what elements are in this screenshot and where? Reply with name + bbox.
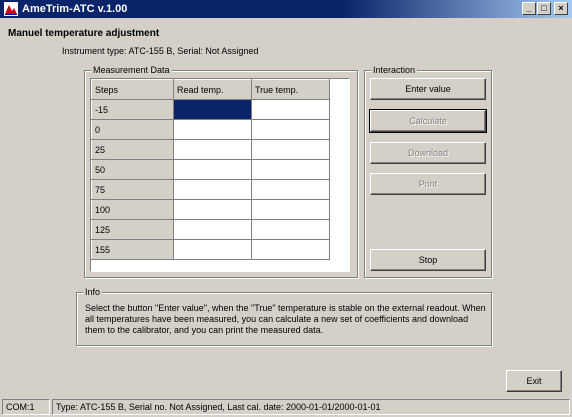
true-temp-cell[interactable] [251,179,330,200]
table-row[interactable]: 100 [91,199,330,220]
info-legend: Info [83,287,103,298]
measurement-data-legend: Measurement Data [91,65,172,76]
instrument-info: Instrument type: ATC-155 B, Serial: Not … [62,46,259,56]
print-button[interactable]: Print [370,173,486,195]
info-group: Info Select the button "Enter value", wh… [76,287,492,346]
step-cell[interactable]: 50 [91,159,174,180]
read-temp-cell[interactable] [173,119,252,140]
read-temp-cell[interactable] [173,239,252,260]
read-temp-cell[interactable] [173,99,252,120]
status-port: COM:1 [2,399,50,415]
table-row[interactable]: 50 [91,159,330,180]
measurement-table: Steps Read temp. True temp. -15 0 25 50 … [91,79,330,260]
close-button[interactable]: × [554,2,568,15]
table-row[interactable]: 125 [91,219,330,240]
step-cell[interactable]: 100 [91,199,174,220]
status-details: Type: ATC-155 B, Serial no. Not Assigned… [52,399,570,415]
minimize-button[interactable]: _ [522,2,536,15]
true-temp-cell[interactable] [251,159,330,180]
column-header-steps[interactable]: Steps [91,79,174,100]
table-row[interactable]: 25 [91,139,330,160]
step-cell[interactable]: -15 [91,99,174,120]
column-header-read-temp[interactable]: Read temp. [173,79,252,100]
measurement-grid[interactable]: Steps Read temp. True temp. -15 0 25 50 … [90,78,350,272]
step-cell[interactable]: 125 [91,219,174,240]
info-text: Select the button "Enter value", when th… [85,303,486,335]
true-temp-cell[interactable] [251,199,330,220]
exit-button[interactable]: Exit [506,370,562,392]
table-row[interactable]: 155 [91,239,330,260]
table-header-row: Steps Read temp. True temp. [91,79,330,100]
step-cell[interactable]: 0 [91,119,174,140]
true-temp-cell[interactable] [251,219,330,240]
read-temp-cell[interactable] [173,179,252,200]
true-temp-cell[interactable] [251,119,330,140]
read-temp-cell[interactable] [173,139,252,160]
table-row[interactable]: 0 [91,119,330,140]
interaction-legend: Interaction [371,65,418,76]
page-title: Manuel temperature adjustment [8,28,160,39]
column-header-true-temp[interactable]: True temp. [251,79,330,100]
true-temp-cell[interactable] [251,99,330,120]
window-title: AmeTrim-ATC v.1.00 [22,3,128,15]
read-temp-cell[interactable] [173,199,252,220]
true-temp-cell[interactable] [251,139,330,160]
step-cell[interactable]: 155 [91,239,174,260]
table-row[interactable]: 75 [91,179,330,200]
read-temp-cell[interactable] [173,159,252,180]
title-bar[interactable]: AmeTrim-ATC v.1.00 _ □ × [0,0,572,18]
enter-value-button[interactable]: Enter value [370,78,486,100]
maximize-button[interactable]: □ [537,2,551,15]
read-temp-cell[interactable] [173,219,252,240]
step-cell[interactable]: 25 [91,139,174,160]
app-icon [4,2,18,16]
step-cell[interactable]: 75 [91,179,174,200]
true-temp-cell[interactable] [251,239,330,260]
table-row[interactable]: -15 [91,99,330,120]
stop-button[interactable]: Stop [370,249,486,271]
calculate-button[interactable]: Calculate [369,109,487,133]
download-button[interactable]: Download [370,142,486,164]
